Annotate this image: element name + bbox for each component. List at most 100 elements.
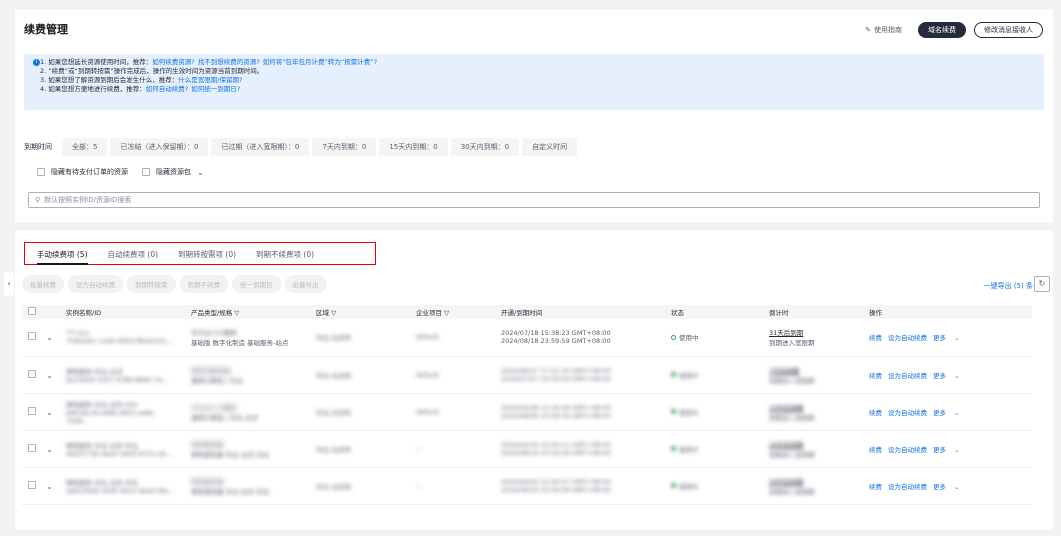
cell-region: 华北-北京四 (310, 430, 410, 468)
info-link[interactable]: 如何将“包年包月计费”转为“按需计费”? (263, 58, 377, 66)
tab-manual[interactable]: 手动续费项 (5) (37, 246, 88, 265)
no-renew-button[interactable]: 到期不续费 (179, 275, 228, 293)
cell-countdown: 7天后到期 到期进入宽限期 (763, 356, 863, 394)
hide-pending-checkbox[interactable] (37, 168, 45, 176)
hide-package-label: 隐藏资源包 (156, 168, 191, 176)
export-link[interactable]: 一键导出 (5) 条 (984, 281, 1033, 291)
set-auto-renew-link[interactable]: 设为自动续费 (888, 446, 927, 454)
info-link[interactable]: 找不到想续费的资源? (198, 58, 260, 66)
cell-name: 弹性服务-华北-北京-400 b8018c19-a48e-4853-ae8c-72… (60, 393, 185, 431)
filter-custom[interactable]: 自定义时间 (522, 138, 578, 156)
cell-type: 华为云CCE集群 基础版 数字化制造 基础服务-站点 (185, 319, 310, 357)
col-region[interactable]: 区域 ▽ (310, 305, 410, 319)
to-ondemand-button[interactable]: 到期转按需 (127, 275, 176, 293)
cell-project: default (410, 319, 495, 357)
tab-auto[interactable]: 自动续费项 (0) (108, 246, 159, 265)
cell-time: 2024/04/16 15:00:11 GMT+08:00 2024/08/16 … (495, 430, 665, 468)
expand-chevron-icon[interactable]: ⌄ (46, 445, 53, 454)
expand-chevron-icon[interactable]: ⌄ (46, 371, 53, 380)
more-link[interactable]: 更多 ⌄ (933, 334, 966, 342)
change-receiver-button[interactable]: 修改消息接收人 (974, 22, 1043, 38)
col-project[interactable]: 企业项目 ▽ (410, 305, 495, 319)
filter-expired[interactable]: 已过期（进入宽限期）：0 (211, 138, 310, 156)
renew-link[interactable]: 续费 (869, 409, 882, 417)
filter-icon[interactable]: ▽ (234, 309, 239, 317)
info-link[interactable]: 如何统一到期日? (191, 85, 240, 93)
expand-chevron-icon[interactable]: ⌄ (46, 408, 53, 417)
more-link[interactable]: 更多 ⌄ (933, 409, 966, 417)
renew-link[interactable]: 续费 (869, 446, 882, 454)
refresh-button[interactable]: ↻ (1034, 276, 1050, 292)
renew-link[interactable]: 续费 (869, 483, 882, 491)
tab-no-renew[interactable]: 到期不续费项 (0) (256, 246, 314, 265)
set-auto-renew-link[interactable]: 设为自动续费 (888, 409, 927, 417)
filter-frozen[interactable]: 已冻结（进入保留期）：0 (110, 138, 209, 156)
status-dot-icon (671, 446, 676, 451)
set-auto-renew-link[interactable]: 设为自动续费 (888, 483, 927, 491)
more-link[interactable]: 更多 ⌄ (933, 372, 966, 380)
set-auto-renew-link[interactable]: 设为自动续费 (888, 372, 927, 380)
select-all-checkbox[interactable] (28, 307, 36, 315)
chevron-down-icon[interactable]: ⌄ (197, 168, 204, 177)
cell-time: 2024/05/06 12:34:56 GMT+08:00 2024/08/06 … (495, 393, 665, 431)
row-checkbox[interactable] (28, 443, 36, 452)
expand-chevron-icon[interactable]: ⌄ (46, 333, 53, 342)
row-checkbox[interactable] (28, 369, 36, 378)
filter-label: 到期时间 (24, 143, 52, 151)
domain-renew-button[interactable]: 域名续费 (918, 22, 966, 38)
renew-link[interactable]: 续费 (869, 372, 882, 380)
col-status: 状态 (665, 305, 763, 319)
tab-to-ondemand[interactable]: 到期转按需项 (0) (178, 246, 236, 265)
row-select-cell: ⌄ (22, 467, 60, 505)
cell-region: 华北-北京四 (310, 467, 410, 505)
filter-7days[interactable]: 7天内到期：0 (312, 138, 377, 156)
info-link[interactable]: 如何续费资源? (152, 58, 194, 66)
row-checkbox[interactable] (28, 332, 36, 341)
cell-project: -- (410, 467, 495, 505)
filter-30days[interactable]: 30天内到期：0 (450, 138, 520, 156)
chevron-down-icon: ⌄ (954, 445, 960, 454)
set-auto-renew-link[interactable]: 设为自动续费 (888, 334, 927, 342)
refresh-icon: ↻ (1038, 279, 1046, 288)
row-checkbox[interactable] (28, 406, 36, 415)
info-line: 2. “续费”或“到期转按需”操作完成后，操作的生效时间为资源当前到期时间。 (32, 67, 1036, 76)
page-title: 续费管理 (24, 23, 68, 36)
filter-icon[interactable]: ▽ (331, 309, 336, 317)
filter-all[interactable]: 全部：5 (62, 138, 108, 156)
filter-15days[interactable]: 15天内到期：0 (379, 138, 448, 156)
status-dot-icon (671, 372, 676, 377)
col-name: 实例名称/ID (60, 305, 185, 319)
table-header: 实例名称/ID 产品类型/规格 ▽ 区域 ▽ 企业项目 ▽ 开通/到期时间 状态… (22, 305, 1032, 319)
unify-expire-button[interactable]: 统一到期日 (232, 275, 281, 293)
row-checkbox[interactable] (28, 480, 36, 489)
cell-status: 使用中 (665, 430, 763, 468)
row-select-cell: ⌄ (22, 393, 60, 431)
search-input[interactable]: ⚲ 默认按照实例ID/资源ID搜索 (28, 192, 1040, 208)
cell-project: -- (410, 430, 495, 468)
collapse-sidebar-button[interactable]: ‹ (4, 272, 14, 296)
guide-link[interactable]: ✎ 使用指南 (865, 25, 902, 35)
info-link[interactable]: 什么是宽限期/保留期? (178, 76, 242, 84)
col-type[interactable]: 产品类型/规格 ▽ (185, 305, 310, 319)
cell-project: default (410, 356, 495, 394)
set-auto-renew-button[interactable]: 设为自动续费 (68, 275, 123, 293)
batch-export-button[interactable]: 批量导出 (284, 275, 327, 293)
cell-countdown: 29天后到期 到期进入宽限期 (763, 467, 863, 505)
renew-link[interactable]: 续费 (869, 334, 882, 342)
info-link[interactable]: 如何自动续费? (146, 85, 188, 93)
cell-ops: 续费 设为自动续费 更多 ⌄ (863, 393, 1032, 431)
batch-renew-button[interactable]: 批量续费 (22, 275, 64, 293)
hide-options: 隐藏有待支付订单的资源 隐藏资源包 ⌄ (37, 167, 204, 177)
cell-countdown: 29天后到期 到期进入宽限期 (763, 430, 863, 468)
filter-icon[interactable]: ▽ (444, 309, 449, 317)
cell-region: 华北-北京四 (310, 319, 410, 357)
cell-ops: 续费 设为自动续费 更多 ⌄ (863, 356, 1032, 394)
expand-chevron-icon[interactable]: ⌄ (46, 482, 53, 491)
more-link[interactable]: 更多 ⌄ (933, 483, 966, 491)
more-link[interactable]: 更多 ⌄ (933, 446, 966, 454)
cell-project: default (410, 393, 495, 431)
status-dot-icon (671, 409, 676, 414)
cell-region: 华北-北京四 (310, 356, 410, 394)
hide-package-checkbox[interactable] (142, 168, 150, 176)
top-panel: 续费管理 ✎ 使用指南 域名续费 修改消息接收人 i 1. 如果您想延长资源使用时… (15, 10, 1053, 222)
